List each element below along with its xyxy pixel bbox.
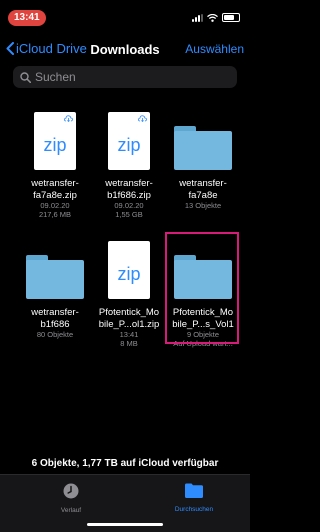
wifi-icon — [207, 13, 218, 22]
file-item-zip[interactable]: zip wetransfer- b1f686.zip 09.02.20 1,55… — [98, 108, 160, 219]
file-name: bile_P...ol1.zip — [98, 318, 160, 330]
tab-recent[interactable]: Verlauf — [41, 483, 101, 514]
folder-item[interactable]: wetransfer- fa7a8e 13 Objekte — [172, 108, 234, 219]
folder-name: wetransfer- — [179, 178, 227, 189]
status-icons — [192, 13, 240, 22]
file-thumbnail: zip — [98, 108, 160, 170]
upload-status: Auf Upload wart... — [173, 339, 233, 348]
folder-name: fa7a8e — [188, 189, 218, 201]
tab-browse[interactable]: Durchsuchen — [164, 483, 224, 513]
file-date: 09.02.20 — [114, 201, 144, 210]
folder-icon — [185, 483, 203, 498]
status-bar: 13:41 — [0, 0, 250, 32]
file-thumbnail: zip — [24, 108, 86, 170]
folder-thumbnail — [172, 237, 234, 299]
search-icon — [20, 71, 31, 83]
tab-browse-label: Durchsuchen — [174, 506, 214, 513]
folder-thumbnail — [172, 108, 234, 170]
status-time: 13:41 — [8, 10, 46, 26]
file-name: wetransfer- — [105, 178, 153, 189]
file-size: 217,6 MB — [38, 210, 72, 219]
file-name: b1f686.zip — [107, 189, 151, 201]
folder-name: b1f686 — [40, 318, 70, 330]
folder-count: 13 Objekte — [184, 201, 222, 210]
search-bar[interactable] — [13, 66, 237, 88]
cloud-download-icon — [138, 115, 147, 122]
home-indicator — [87, 523, 163, 526]
file-size: 8 MB — [120, 339, 138, 348]
file-name: fa7a8e.zip — [33, 189, 77, 201]
zip-file-icon: zip — [108, 112, 150, 170]
folder-icon — [174, 126, 232, 170]
file-item-zip[interactable]: zip Pfotentick_Mo bile_P...ol1.zip 13:41… — [98, 237, 160, 348]
zip-file-icon: zip — [34, 112, 76, 170]
tab-recent-label: Verlauf — [60, 507, 82, 514]
folder-icon — [26, 255, 84, 299]
folder-name: bile_P...s_Vol1 — [172, 318, 234, 330]
file-name: wetransfer- — [31, 178, 79, 189]
folder-item-uploading[interactable]: Pfotentick_Mo bile_P...s_Vol1 9 Objekte … — [165, 232, 239, 348]
file-date: 09.02.20 — [40, 201, 70, 210]
folder-count: 80 Objekte — [36, 330, 74, 339]
folder-name: wetransfer- — [31, 307, 79, 318]
navigation-bar: iCloud Drive Downloads Auswählen — [0, 38, 250, 60]
storage-info: 6 Objekte, 1,77 TB auf iCloud verfügbar — [31, 458, 219, 469]
file-extension: zip — [43, 134, 67, 155]
folder-thumbnail — [24, 237, 86, 299]
file-extension: zip — [117, 263, 141, 284]
file-extension: zip — [117, 134, 141, 155]
file-time: 13:41 — [119, 330, 139, 339]
folder-icon — [174, 255, 232, 299]
file-name: Pfotentick_Mo — [98, 307, 160, 318]
search-input[interactable] — [35, 70, 225, 84]
folder-name: Pfotentick_Mo — [172, 307, 234, 318]
file-thumbnail: zip — [98, 237, 160, 299]
file-item-zip[interactable]: zip wetransfer- fa7a8e.zip 09.02.20 217,… — [24, 108, 86, 219]
signal-icon — [192, 13, 203, 22]
folder-item[interactable]: wetransfer- b1f686 80 Objekte — [24, 237, 86, 348]
zip-file-icon: zip — [108, 241, 150, 299]
file-size: 1,55 GB — [115, 210, 143, 219]
battery-icon — [222, 13, 240, 22]
select-button[interactable]: Auswählen — [185, 42, 244, 56]
cloud-download-icon — [64, 115, 73, 122]
file-grid: zip wetransfer- fa7a8e.zip 09.02.20 217,… — [24, 108, 239, 348]
folder-count: 9 Objekte — [186, 330, 220, 339]
clock-icon — [63, 483, 79, 499]
